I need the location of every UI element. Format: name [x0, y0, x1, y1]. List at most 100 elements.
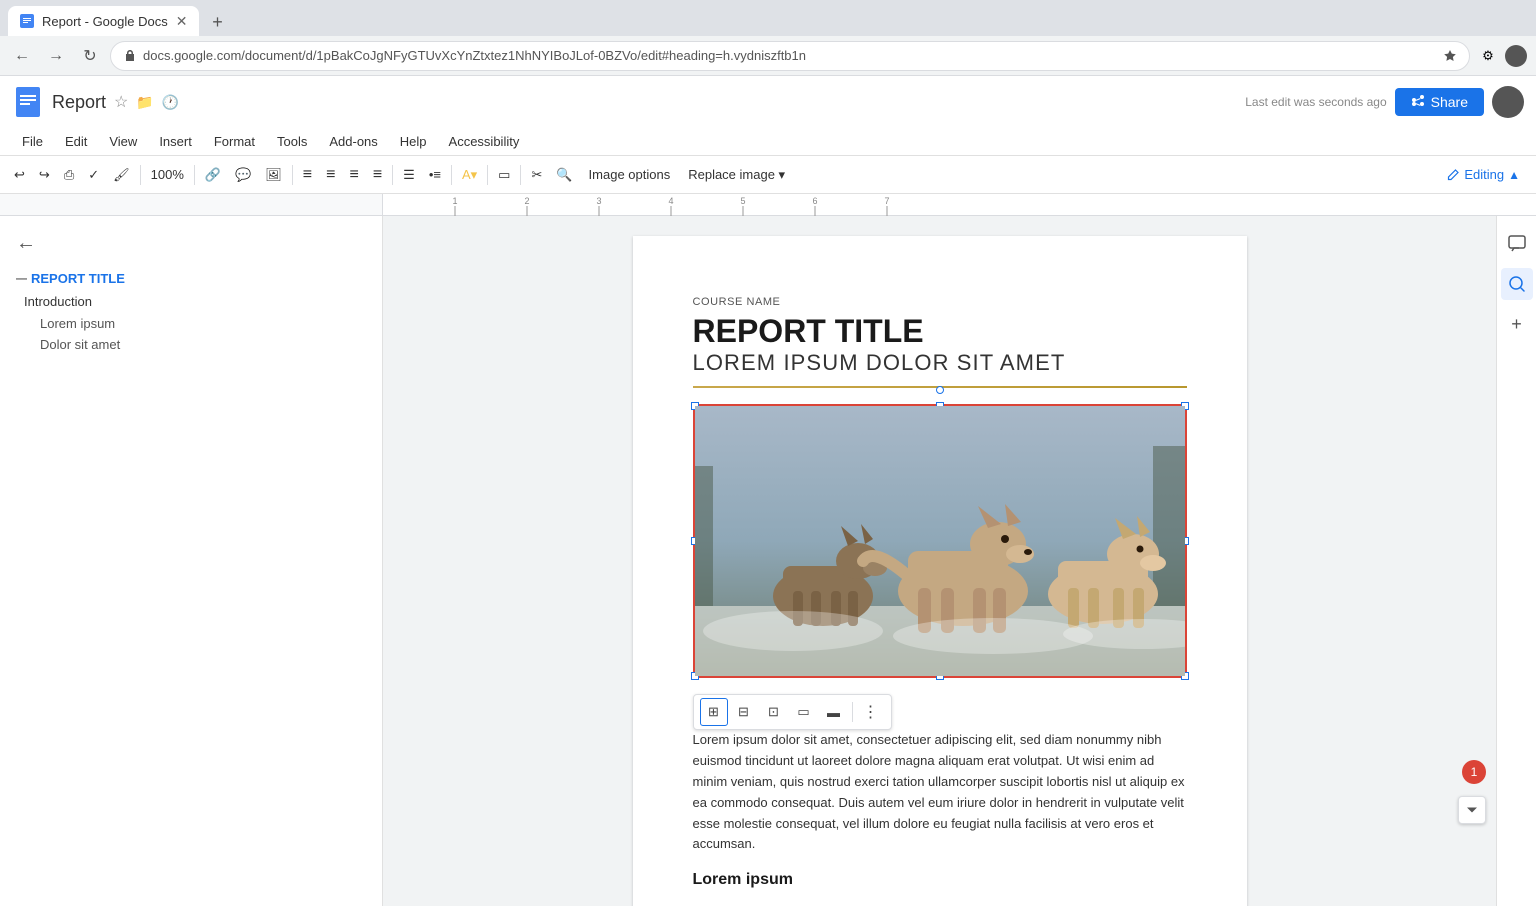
share-icon	[1411, 95, 1425, 109]
tab-close-btn[interactable]: ✕	[176, 13, 188, 30]
refresh-button[interactable]: ↻	[76, 42, 104, 70]
back-button[interactable]: ←	[8, 42, 36, 70]
outline-introduction[interactable]: Introduction	[0, 290, 382, 313]
lorem-ipsum-heading[interactable]: Lorem ipsum	[693, 871, 1187, 889]
border-btn[interactable]: ▭	[492, 165, 516, 185]
tab-favicon	[20, 14, 34, 28]
ruler-right: 1 2 3 4 5 6 7	[383, 194, 1536, 215]
explore-icon	[1508, 275, 1526, 293]
img-front-btn[interactable]: ▭	[790, 698, 818, 726]
doc-title[interactable]: Report	[52, 92, 106, 113]
explore-btn[interactable]: 🔍	[550, 165, 578, 185]
chat-icon	[1508, 235, 1526, 253]
menu-file[interactable]: File	[12, 130, 53, 153]
bullet-btn[interactable]: •≡	[423, 165, 447, 184]
notification-badge[interactable]: 1	[1462, 760, 1486, 784]
svg-text:3: 3	[596, 196, 601, 206]
folder-button[interactable]: 📁	[136, 94, 153, 111]
sep4	[392, 165, 393, 185]
menu-help[interactable]: Help	[390, 130, 437, 153]
img-wrap-text-btn[interactable]: ⊟	[730, 698, 758, 726]
img-wrap-inline-btn[interactable]: ⊞	[700, 698, 728, 726]
image-btn[interactable]: 🖼	[259, 165, 288, 185]
align-justify-btn[interactable]: ≡	[367, 164, 388, 186]
paint-format-btn[interactable]: 🖌	[107, 165, 136, 185]
rotate-handle[interactable]	[936, 386, 944, 394]
url-text: docs.google.com/document/d/1pBakCoJgNFyG…	[143, 48, 1437, 63]
document-area[interactable]: COURSE NAME REPORT TITLE LOREM IPSUM DOL…	[383, 216, 1496, 906]
img-behind-btn[interactable]: ▬	[820, 698, 848, 726]
lock-icon	[123, 49, 137, 63]
img-break-text-btn[interactable]: ⊡	[760, 698, 788, 726]
user-avatar[interactable]	[1492, 86, 1524, 118]
sep7	[520, 165, 521, 185]
explore-panel-btn[interactable]	[1501, 268, 1533, 300]
star-icon[interactable]	[1443, 49, 1457, 63]
align-center-btn[interactable]: ≡	[320, 164, 341, 186]
scroll-bottom-btn[interactable]	[1458, 796, 1486, 824]
forward-button[interactable]: →	[42, 42, 70, 70]
align-left-btn[interactable]: ≡	[297, 164, 318, 186]
undo-btn[interactable]: ↩	[8, 165, 31, 185]
crop-btn[interactable]: ✂	[525, 165, 548, 185]
wolf-image	[695, 406, 1185, 676]
list-btn[interactable]: ☰	[397, 165, 421, 185]
sep5	[451, 165, 452, 185]
tab-bar: Report - Google Docs ✕ +	[0, 0, 1536, 36]
menu-format[interactable]: Format	[204, 130, 265, 153]
last-edit-text: Last edit was seconds ago	[1245, 95, 1386, 109]
menu-edit[interactable]: Edit	[55, 130, 97, 153]
outline-report-title[interactable]: — REPORT TITLE	[0, 267, 382, 290]
sep1	[140, 165, 141, 185]
extensions-btn[interactable]: ⚙	[1476, 44, 1500, 68]
image-options-btn[interactable]: Image options	[581, 165, 679, 184]
img-more-btn[interactable]: ⋮	[857, 698, 885, 726]
link-btn[interactable]: 🔗	[199, 165, 227, 185]
share-button[interactable]: Share	[1395, 88, 1484, 116]
svg-text:7: 7	[884, 196, 889, 206]
plus-panel-btn[interactable]: +	[1501, 308, 1533, 340]
replace-image-btn[interactable]: Replace image ▾	[680, 165, 793, 185]
svg-text:1: 1	[452, 196, 457, 206]
edit-icon	[1446, 168, 1460, 182]
zoom-btn[interactable]: 100%	[145, 165, 190, 184]
new-tab-button[interactable]: +	[203, 8, 231, 36]
image-container[interactable]	[693, 404, 1187, 678]
star-button[interactable]: ☆	[114, 92, 128, 112]
menu-insert[interactable]: Insert	[149, 130, 202, 153]
sep2	[194, 165, 195, 185]
sep3	[292, 165, 293, 185]
address-bar[interactable]: docs.google.com/document/d/1pBakCoJgNFyG…	[110, 41, 1470, 71]
profile-btn[interactable]	[1504, 44, 1528, 68]
menu-addons[interactable]: Add-ons	[319, 130, 387, 153]
body-text-paragraph[interactable]: Lorem ipsum dolor sit amet, consectetuer…	[693, 730, 1187, 855]
redo-btn[interactable]: ↪	[33, 165, 56, 185]
editing-mode-btn[interactable]: Editing ▲	[1438, 165, 1528, 184]
outline-section: — REPORT TITLE Introduction Lorem ipsum …	[0, 267, 382, 355]
align-right-btn[interactable]: ≡	[343, 164, 364, 186]
image-inline-toolbar: ⊞ ⊟ ⊡ ▭ ▬ ⋮	[693, 694, 892, 730]
outline-lorem-ipsum[interactable]: Lorem ipsum	[0, 313, 382, 334]
menu-accessibility[interactable]: Accessibility	[439, 130, 530, 153]
ruler-left	[0, 194, 383, 215]
docs-logo	[12, 82, 44, 122]
outline-dolor-sit[interactable]: Dolor sit amet	[0, 334, 382, 355]
chat-panel-btn[interactable]	[1501, 228, 1533, 260]
active-tab[interactable]: Report - Google Docs ✕	[8, 6, 199, 36]
history-button[interactable]: 🕐	[162, 94, 179, 111]
report-subtitle[interactable]: LOREM IPSUM DOLOR SIT AMET	[693, 350, 1187, 376]
img-toolbar-sep	[852, 702, 853, 722]
browser-chrome: Report - Google Docs ✕ + ← → ↻ docs.goog…	[0, 0, 1536, 76]
report-title-heading[interactable]: REPORT TITLE	[693, 312, 1187, 350]
comment-btn[interactable]: 💬	[229, 165, 257, 185]
svg-text:6: 6	[812, 196, 817, 206]
print-btn[interactable]: ⎙	[58, 165, 80, 185]
ruler: 1 2 3 4 5 6 7	[0, 194, 1536, 216]
spellcheck-btn[interactable]: ✓	[82, 165, 105, 185]
outline-back-btn[interactable]: ←	[0, 228, 382, 259]
menu-tools[interactable]: Tools	[267, 130, 317, 153]
menu-view[interactable]: View	[99, 130, 147, 153]
course-name-label: COURSE NAME	[693, 296, 1187, 308]
highlight-btn[interactable]: A▾	[456, 165, 483, 185]
main-layout: ← — REPORT TITLE Introduction Lorem ipsu…	[0, 216, 1536, 906]
